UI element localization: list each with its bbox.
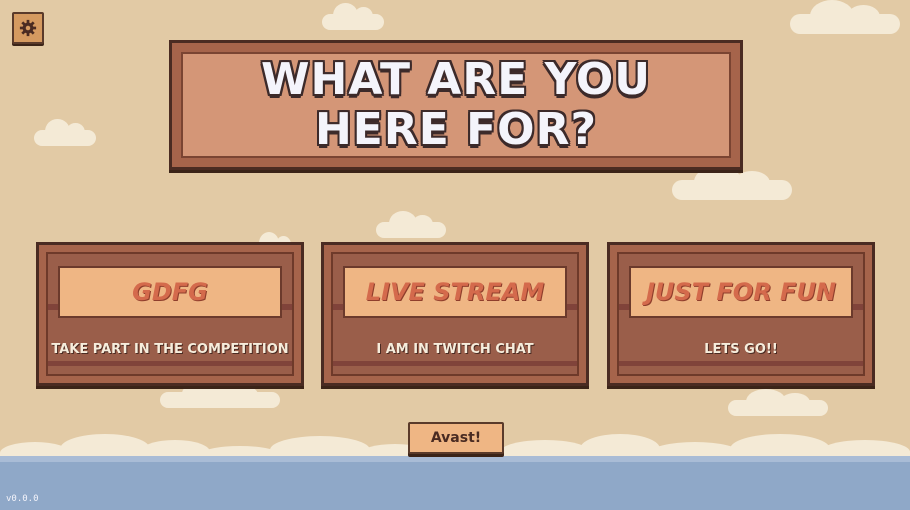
version-label: v0.0.0	[6, 494, 39, 504]
card-panel: LIVE STREAM I AM IN TWITCH CHAT	[331, 252, 579, 376]
card-sign: LIVE STREAM	[343, 266, 567, 318]
card-description: I AM IN TWITCH CHAT	[376, 342, 534, 357]
cloud	[672, 166, 792, 200]
sea	[0, 462, 910, 510]
card-title: JUST FOR FUN	[645, 278, 837, 306]
card-panel: GDFG TAKE PART IN THE COMPETITION	[46, 252, 294, 376]
cloud	[790, 0, 900, 34]
page-title: WHAT ARE YOU HERE FOR?	[260, 54, 652, 155]
cloud	[322, 2, 384, 30]
card-description: TAKE PART IN THE COMPETITION	[51, 342, 289, 357]
card-panel: JUST FOR FUN LETS GO!!	[617, 252, 865, 376]
card-sign: GDFG	[58, 266, 282, 318]
cloud	[728, 388, 828, 416]
avast-button[interactable]: Avast!	[408, 422, 504, 454]
cloud	[376, 210, 446, 238]
card-sign: JUST FOR FUN	[629, 266, 853, 318]
cloud	[34, 118, 96, 146]
card-description: LETS GO!!	[704, 342, 778, 357]
option-card-gdfg[interactable]: GDFG TAKE PART IN THE COMPETITION	[36, 242, 304, 386]
settings-button[interactable]	[12, 12, 44, 44]
title-board: WHAT ARE YOU HERE FOR?	[169, 40, 743, 170]
option-card-just-for-fun[interactable]: JUST FOR FUN LETS GO!!	[607, 242, 875, 386]
cloud	[160, 380, 280, 408]
title-panel: WHAT ARE YOU HERE FOR?	[181, 52, 731, 158]
gear-icon	[19, 19, 37, 37]
option-card-live-stream[interactable]: LIVE STREAM I AM IN TWITCH CHAT	[321, 242, 589, 386]
card-title: GDFG	[132, 278, 208, 306]
card-title: LIVE STREAM	[365, 278, 545, 306]
